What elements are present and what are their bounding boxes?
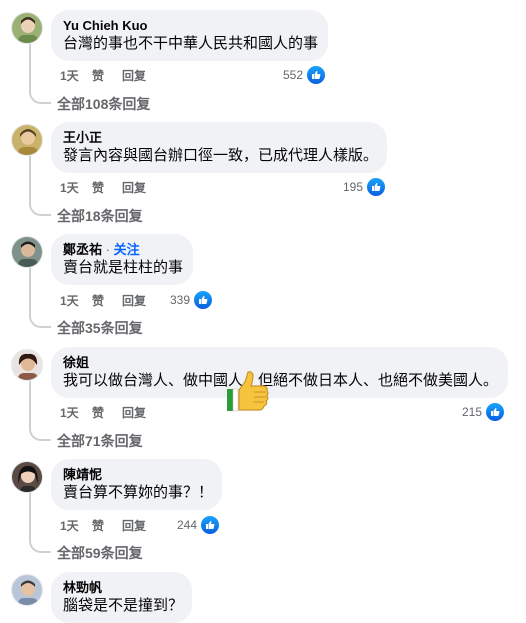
- reply-button[interactable]: 回复: [122, 67, 162, 84]
- like-button[interactable]: 赞: [92, 179, 122, 196]
- reaction-number: 244: [177, 518, 198, 532]
- reply-button[interactable]: 回复: [122, 517, 162, 534]
- commenter-name[interactable]: 鄭丞祐: [63, 242, 102, 257]
- avatar-image: [12, 575, 42, 605]
- commenter-name[interactable]: 徐姐: [63, 355, 496, 371]
- view-replies-link[interactable]: 全部71条回复: [57, 431, 143, 451]
- thumbs-up-icon: [193, 290, 214, 310]
- commenter-name[interactable]: 陳靖怩: [63, 467, 210, 483]
- commenter-name[interactable]: 林勁帆: [63, 580, 180, 596]
- comment-text: 台灣的事也不干中華人民共和國人的事: [63, 35, 319, 52]
- thread-curve: [29, 316, 51, 328]
- view-replies-link[interactable]: 全部35条回复: [57, 318, 143, 338]
- avatar[interactable]: [11, 349, 43, 381]
- thumbs-up-icon: [200, 515, 221, 535]
- avatar[interactable]: [11, 461, 43, 493]
- thread-line: [29, 493, 31, 543]
- comment-text: 發言內容與國台辦口徑一致，已成代理人樣版。: [63, 147, 379, 164]
- reaction-number: 339: [170, 293, 191, 307]
- comment-actions: 1天 赞 回复: [60, 67, 162, 84]
- reaction-count[interactable]: 339: [170, 290, 214, 310]
- thumbs-up-sticker: [226, 370, 270, 414]
- reply-button[interactable]: 回复: [122, 179, 162, 196]
- thread-line: [29, 381, 31, 431]
- avatar-image: [12, 237, 42, 267]
- thread-curve: [29, 92, 51, 104]
- commenter-name[interactable]: 王小正: [63, 130, 375, 146]
- comment-bubble: Yu Chieh Kuo 台灣的事也不干中華人民共和國人的事: [51, 10, 328, 61]
- reply-button[interactable]: 回复: [122, 404, 162, 421]
- commenter-name-row: 鄭丞祐 · 关注: [63, 242, 181, 258]
- avatar-image: [12, 125, 42, 155]
- comment-bubble: 王小正 發言內容與國台辦口徑一致，已成代理人樣版。: [51, 122, 387, 173]
- thread-curve: [29, 429, 51, 441]
- view-replies-link[interactable]: 全部59条回复: [57, 543, 143, 563]
- avatar[interactable]: [11, 124, 43, 156]
- comment-text: 賣台就是柱柱的事: [63, 259, 184, 276]
- thumbs-up-icon: [306, 65, 327, 85]
- reaction-number: 195: [343, 180, 364, 194]
- avatar-image: [12, 350, 42, 380]
- comment-time[interactable]: 1天: [60, 517, 92, 534]
- name-separator: ·: [102, 242, 114, 257]
- thread-line: [29, 44, 31, 94]
- thread-curve: [29, 204, 51, 216]
- comment-actions: 1天 赞 回复: [60, 517, 162, 534]
- avatar[interactable]: [11, 12, 43, 44]
- commenter-name[interactable]: Yu Chieh Kuo: [63, 18, 316, 34]
- avatar[interactable]: [11, 236, 43, 268]
- comment-bubble: 林勁帆 腦袋是不是撞到？: [51, 572, 192, 623]
- comment-time[interactable]: 1天: [60, 67, 92, 84]
- reaction-count[interactable]: 195: [343, 177, 387, 197]
- comment-text: 我可以做台灣人、做中國人，但絕不做日本人、也絕不做美國人。: [63, 372, 499, 389]
- view-replies-link[interactable]: 全部108条回复: [57, 94, 150, 114]
- comment-time[interactable]: 1天: [60, 179, 92, 196]
- thumbs-up-icon: [366, 177, 387, 197]
- thread-line: [29, 156, 31, 206]
- comment-bubble: 鄭丞祐 · 关注 賣台就是柱柱的事: [51, 234, 193, 285]
- like-button[interactable]: 赞: [92, 292, 122, 309]
- like-button[interactable]: 赞: [92, 404, 122, 421]
- avatar-image: [12, 462, 42, 492]
- thread-line: [29, 268, 31, 318]
- reaction-number: 215: [462, 405, 483, 419]
- comment-bubble: 陳靖怩 賣台算不算妳的事？！: [51, 459, 222, 510]
- thumbs-up-icon: [485, 402, 506, 422]
- like-button[interactable]: 赞: [92, 517, 122, 534]
- view-replies-link[interactable]: 全部18条回复: [57, 206, 143, 226]
- thread-curve: [29, 541, 51, 553]
- comment-actions: 1天 赞 回复: [60, 292, 162, 309]
- reply-button[interactable]: 回复: [122, 292, 162, 309]
- reaction-number: 552: [283, 68, 304, 82]
- comment-time[interactable]: 1天: [60, 292, 92, 309]
- comment-time[interactable]: 1天: [60, 404, 92, 421]
- avatar-image: [12, 13, 42, 43]
- comment-text: 腦袋是不是撞到？: [63, 597, 184, 614]
- reaction-count[interactable]: 552: [283, 65, 327, 85]
- like-button[interactable]: 赞: [92, 67, 122, 84]
- comment-bubble: 徐姐 我可以做台灣人、做中國人，但絕不做日本人、也絕不做美國人。: [51, 347, 508, 398]
- comment-actions: 1天 赞 回复: [60, 179, 162, 196]
- comment-actions: 1天 赞 回复: [60, 404, 162, 421]
- reaction-count[interactable]: 215: [462, 402, 506, 422]
- comment-text: 賣台算不算妳的事？！: [63, 484, 214, 501]
- avatar[interactable]: [11, 574, 43, 606]
- follow-button[interactable]: 关注: [114, 242, 140, 257]
- reaction-count[interactable]: 244: [177, 515, 221, 535]
